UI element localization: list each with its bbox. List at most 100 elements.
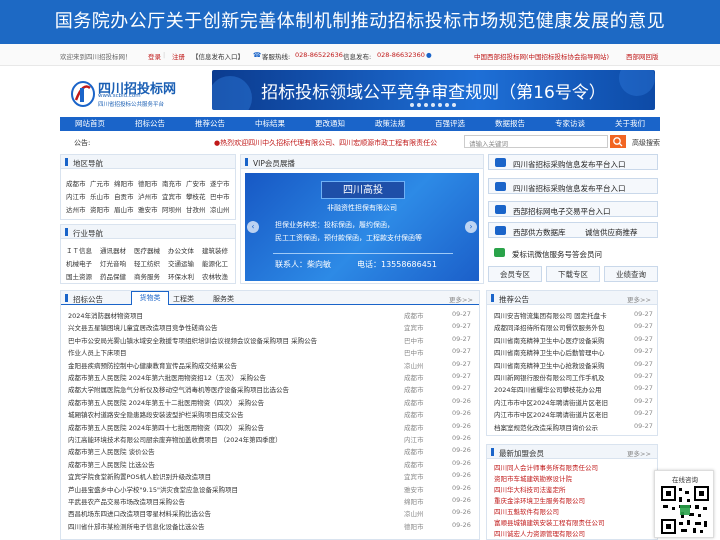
nav-expert-interviews[interactable]: 专家访谈	[540, 117, 600, 131]
platform-entry-button[interactable]: 四川省招标采购信息发布平台入口	[488, 178, 658, 194]
tab-goods[interactable]: 货物类	[131, 291, 169, 305]
vip-carousel[interactable]: 四川高投 非融资性担保有限公司 担保业务种类：投标保函，履约保函， 民工工资保函…	[245, 173, 479, 281]
industry-link[interactable]: 轻工纺织	[134, 258, 160, 268]
qq-icon[interactable]: ●	[426, 51, 432, 59]
recommend-row[interactable]: 2024年四川省耀华公司攀枝花办公用 09-27	[494, 383, 654, 394]
announcement-title[interactable]: 成都市第三人民医院 比选公告	[68, 459, 388, 469]
announcement-row[interactable]: 作业人员上下床项目 巴中市 09-27	[64, 345, 478, 357]
credit-supplier-link[interactable]: 诚信供应商推荐	[585, 227, 638, 238]
industry-link[interactable]: 农林牧渔	[202, 271, 228, 281]
region-link[interactable]: 广安市	[186, 178, 206, 188]
performance-query-button[interactable]: 业绩查询	[604, 266, 658, 282]
search-input[interactable]: 请输入关键词	[464, 135, 608, 148]
announcement-row[interactable]: 兴文县五星镇困境儿童宜居改造项目竞争性磋商公告 宜宾市 09-27	[64, 320, 478, 332]
announcement-title[interactable]: 芦山县宝盛乡中心小学校"9.15"洪灾食堂应急设备采购项目	[68, 484, 388, 494]
recommend-title[interactable]: 四川新网银行股份有限公司工作手机及	[494, 372, 605, 382]
new-member-link[interactable]: 富顺县城镇建筑安装工程有限责任公司	[494, 517, 654, 527]
nav-about-us[interactable]: 关于我们	[600, 117, 660, 131]
platform-entry-button[interactable]: 四川省招标采购信息发布平台入口	[488, 154, 658, 170]
nav-top100[interactable]: 百强评选	[420, 117, 480, 131]
announcement-row[interactable]: 平武县农产品交易市场改造项目采购公告 绵阳市 09-26	[64, 494, 478, 506]
announcement-title[interactable]: 成都大学附属医院急气分析仪及移动空气消毒机等医疗设备采购项目比选公告	[68, 384, 388, 394]
announcement-row[interactable]: 成都市第五人民医院 2024年第六批医用物资招12（五次） 采购公告 成都市 09-…	[64, 370, 478, 382]
nav-winning-results[interactable]: 中标结果	[240, 117, 300, 131]
new-member-link[interactable]: 四川同人会计师事务所有限责任公司	[494, 462, 654, 472]
region-link[interactable]: 内江市	[66, 191, 86, 201]
industry-link[interactable]: 办公文体	[168, 245, 194, 255]
industry-link[interactable]: 能源化工	[202, 258, 228, 268]
announcement-title[interactable]: 平武县农产品交易市场改造项目采购公告	[68, 496, 388, 506]
recommend-row[interactable]: 四川省南充精神卫生中心后勤管理中心 09-27	[494, 346, 654, 357]
announcement-title[interactable]: 作业人员上下床项目	[68, 347, 388, 357]
more-link[interactable]: 更多>>	[627, 294, 651, 304]
nav-policies[interactable]: 政策法规	[360, 117, 420, 131]
guide-link[interactable]: 中国西部招投标网(中国招标投标协会指导网站)	[474, 51, 609, 61]
region-link[interactable]: 泸州市	[138, 191, 158, 201]
recommend-title[interactable]: 四川省南充精神卫生中心后勤管理中心	[494, 347, 605, 357]
region-link[interactable]: 攀枝花	[186, 191, 206, 201]
announcement-title[interactable]: 巴中市公安局光雾山镇水域安全救援专项组织培训会议视频会议设备采购项目 采购公告	[68, 335, 388, 345]
nav-change-notices[interactable]: 更改通知	[300, 117, 360, 131]
nav-home[interactable]: 网站首页	[60, 117, 120, 131]
announcement-title[interactable]: 内江高能环境技术有限公司厨余废弃物加盖收费项目 （2024年第四季度）	[68, 434, 388, 444]
download-zone-button[interactable]: 下载专区	[546, 266, 600, 282]
wechat-service-button[interactable]: 爱标讯微信服务号答会员问	[488, 245, 658, 261]
recommend-row[interactable]: 档案室规范化改造采购项目询价公示 09-27	[494, 421, 654, 432]
site-logo[interactable]: 四川招投标网 www.scbid.com 四川省招投标公共服务平台	[70, 76, 180, 112]
industry-link[interactable]: 建筑装修	[202, 245, 228, 255]
region-link[interactable]: 巴中市	[210, 191, 230, 201]
announcement-title[interactable]: 城厢镇农村道路安全隐患路段安装波型护栏采购项目成交公告	[68, 409, 388, 419]
announcement-title[interactable]: 2024年消防器材物资项目	[68, 310, 388, 320]
info-entry-link[interactable]: 【信息发布入口】	[192, 51, 244, 61]
announcement-title[interactable]: 金阳县疾病预防控制中心健康教育宣传品采购成交结果公告	[68, 360, 388, 370]
more-link[interactable]: 更多>>	[449, 294, 473, 304]
region-link[interactable]: 绵阳市	[114, 178, 134, 188]
recommend-row[interactable]: 四川省南充精神卫生中心医疗设备采购 09-27	[494, 334, 654, 345]
region-link[interactable]: 自贡市	[114, 191, 134, 201]
recommend-title[interactable]: 档案室规范化改造采购项目询价公示	[494, 422, 598, 432]
login-link[interactable]: 登录	[148, 51, 161, 61]
announcement-title[interactable]: 西昌机场东四进口改造项目零星材料采购比选公告	[68, 508, 388, 518]
online-consult-widget[interactable]: 在线咨询	[654, 470, 714, 538]
region-link[interactable]: 达州市	[66, 204, 86, 214]
member-zone-button[interactable]: 会员专区	[488, 266, 542, 282]
region-link[interactable]: 甘孜州	[186, 204, 206, 214]
tab-services[interactable]: 服务类	[213, 294, 234, 304]
recommend-title[interactable]: 四川省南充精神卫生中心医疗设备采购	[494, 335, 605, 345]
recommend-title[interactable]: 2024年四川省耀华公司攀枝花办公用	[494, 384, 602, 394]
announcement-title[interactable]: 四川省什邡市某检测所电子信息化设备比选公告	[68, 521, 388, 531]
register-link[interactable]: 注册	[172, 51, 185, 61]
industry-link[interactable]: 药品保健	[100, 271, 126, 281]
new-member-link[interactable]: 四川五魁软件有限公司	[494, 506, 654, 516]
recommend-title[interactable]: 四川省南充精神卫生中心抢救设备采购	[494, 360, 605, 370]
region-link[interactable]: 成都市	[66, 178, 86, 188]
recommend-row[interactable]: 内江市市中区2024年聘请街道片区老旧 09-27	[494, 396, 654, 407]
industry-link[interactable]: 机械电子	[66, 258, 92, 268]
region-link[interactable]: 乐山市	[90, 191, 110, 201]
announcement-title[interactable]: 成都市第五人民医院 2024年第五十二批医用物资（四次） 采购公告	[68, 397, 388, 407]
announcement-row[interactable]: 成都市第三人民医院 谈价公告 成都市 09-26	[64, 444, 478, 456]
announcement-title[interactable]: 成都市第五人民医院 2024年第六批医用物资招12（五次） 采购公告	[68, 372, 388, 382]
region-link[interactable]: 眉山市	[114, 204, 134, 214]
nav-bid-announcements[interactable]: 招标公告	[120, 117, 180, 131]
header-ad-banner[interactable]: 招标投标领域公平竞争审查规则（第16号令）	[212, 70, 655, 110]
announcement-row[interactable]: 2024年消防器材物资项目 成都市 09-27	[64, 308, 478, 320]
bulletin-marquee[interactable]: ●热烈欢迎四川中久招标代理有限公司、四川宏顺源市政工程有限责任公	[214, 138, 454, 148]
industry-link[interactable]: 医疗器械	[134, 245, 160, 255]
announcement-title[interactable]: 成都市第五人民医院 2024年第四十七批医用物资（四次） 采购公告	[68, 422, 388, 432]
announcement-row[interactable]: 宜宾学院食堂新购置POS机人脸识别升级改造项目 宜宾市 09-26	[64, 469, 478, 481]
region-link[interactable]: 雅安市	[138, 204, 158, 214]
region-link[interactable]: 凉山州	[210, 204, 230, 214]
announcement-row[interactable]: 成都大学附属医院急气分析仪及移动空气消毒机等医疗设备采购项目比选公告 成都市 09-…	[64, 382, 478, 394]
region-link[interactable]: 资阳市	[90, 204, 110, 214]
recommend-row[interactable]: 四川新网银行股份有限公司工作手机及 09-27	[494, 371, 654, 382]
recommend-title[interactable]: 内江市市中区2024年聘请街道片区老旧	[494, 397, 608, 407]
recommend-title[interactable]: 成都同泽招待所有限公司餐饮服务外包	[494, 322, 605, 332]
region-link[interactable]: 德阳市	[138, 178, 158, 188]
trading-platform-button[interactable]: 西部招标网电子交易平台入口	[488, 201, 658, 217]
industry-link[interactable]: 环保水利	[168, 271, 194, 281]
top-banner[interactable]: 国务院办公厅关于创新完善体制机制推动招标投标市场规范健康发展的意见	[0, 0, 720, 44]
industry-link[interactable]: 通讯器材	[100, 245, 126, 255]
new-member-link[interactable]: 四川诚宏人力资源管理有限公司	[494, 528, 654, 538]
industry-link[interactable]: 国土资源	[66, 271, 92, 281]
